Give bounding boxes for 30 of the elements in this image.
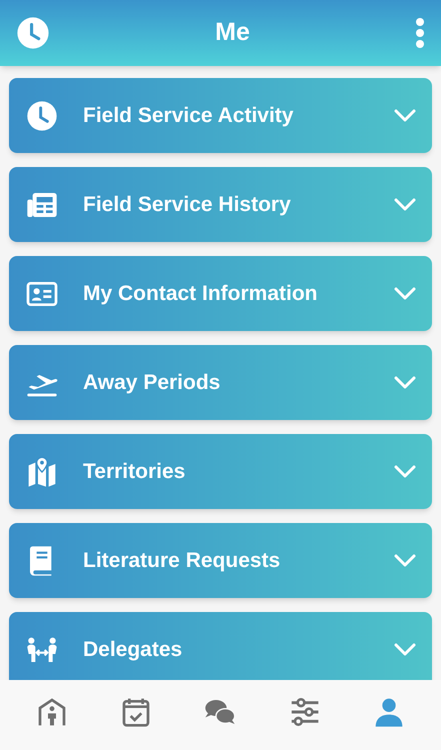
section-card[interactable]: Field Service History bbox=[9, 167, 432, 242]
chevron-down-icon[interactable] bbox=[394, 642, 416, 656]
section-title: My Contact Information bbox=[83, 280, 318, 307]
section-card[interactable]: Field Service Activity bbox=[9, 78, 432, 153]
person-in-house-icon[interactable] bbox=[36, 696, 68, 728]
section-card[interactable]: Away Periods bbox=[9, 345, 432, 420]
section-title: Field Service Activity bbox=[83, 102, 294, 129]
section-title: Literature Requests bbox=[83, 548, 282, 574]
section-card[interactable]: My Contact Information bbox=[9, 256, 432, 331]
section-card[interactable]: Territories bbox=[9, 434, 432, 509]
section-title: Away Periods bbox=[83, 370, 222, 396]
sliders-icon[interactable] bbox=[288, 696, 321, 728]
chevron-down-icon[interactable] bbox=[394, 198, 416, 212]
chevron-down-icon[interactable] bbox=[394, 376, 416, 390]
person-icon[interactable] bbox=[372, 696, 405, 728]
chevron-down-icon[interactable] bbox=[394, 554, 416, 568]
chevron-down-icon[interactable] bbox=[394, 108, 416, 122]
section-title: Territories bbox=[83, 458, 186, 485]
section-title: Delegates bbox=[83, 636, 184, 663]
map-pin-icon bbox=[26, 456, 58, 488]
chevron-down-icon[interactable] bbox=[394, 286, 416, 300]
more-options-icon[interactable] bbox=[414, 17, 425, 49]
clock-icon bbox=[26, 100, 58, 132]
chevron-down-icon[interactable] bbox=[394, 464, 416, 478]
section-card[interactable]: Delegates bbox=[9, 612, 432, 680]
section-card[interactable]: Literature Requests bbox=[9, 523, 432, 598]
calendar-check-icon[interactable] bbox=[120, 696, 152, 728]
section-title: Field Service History bbox=[83, 192, 292, 218]
screen-title: Me bbox=[215, 17, 250, 48]
clock-icon[interactable] bbox=[16, 16, 50, 50]
